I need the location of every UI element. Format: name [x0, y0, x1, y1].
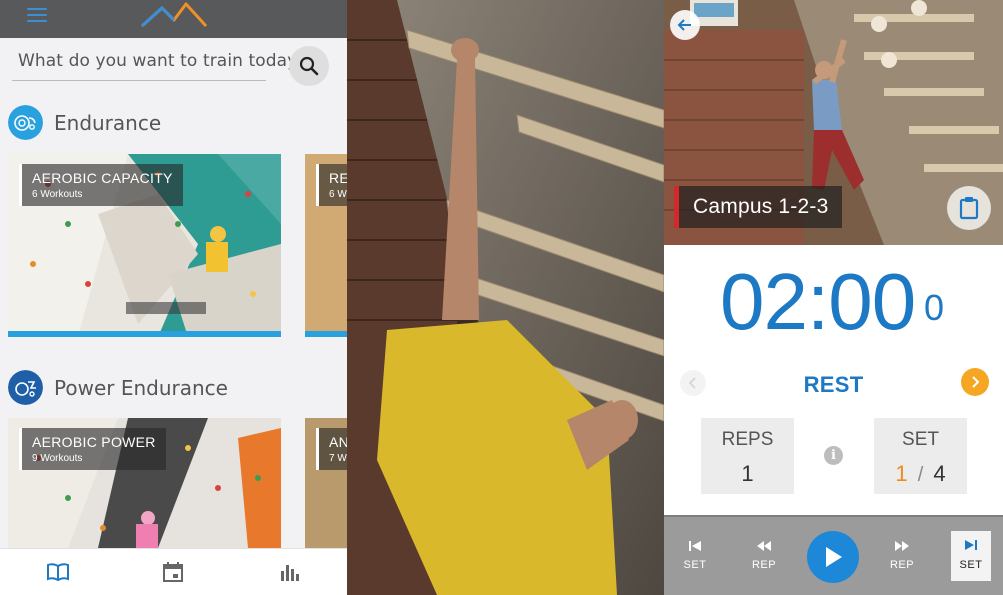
workout-browser-panel: What do you want to train today? Enduran… — [0, 0, 347, 595]
card-subtitle: 7 Wor — [329, 453, 347, 464]
set-value: 1 / 4 — [874, 461, 967, 487]
next-set-button[interactable]: SET — [951, 531, 991, 581]
photo-illustration — [347, 0, 664, 595]
play-icon — [826, 547, 842, 567]
section-header-power-endurance[interactable]: Power Endurance — [8, 370, 338, 406]
workout-hero: Campus 1-2-3 — [664, 0, 1003, 245]
next-phase-button[interactable] — [961, 368, 989, 396]
info-icon[interactable]: i — [824, 446, 843, 465]
rewind-icon — [757, 541, 771, 551]
back-button[interactable] — [670, 10, 700, 40]
workout-category-card[interactable]: REG 6 Wor — [305, 154, 347, 337]
book-icon[interactable] — [46, 561, 70, 583]
workout-category-card[interactable]: AEROBIC CAPACITY 6 Workouts — [8, 154, 281, 337]
reps-label: REPS — [721, 429, 774, 450]
card-progress-bar — [8, 331, 281, 337]
fast-forward-icon — [895, 541, 909, 551]
clipboard-icon — [959, 197, 979, 220]
set-label: SET — [902, 429, 939, 450]
card-title: AEROBIC CAPACITY — [32, 170, 173, 186]
endurance-icon — [8, 105, 43, 140]
skip-next-icon — [965, 540, 977, 550]
skip-previous-icon — [689, 541, 701, 551]
search-button[interactable] — [289, 46, 329, 86]
card-label: AEROBIC CAPACITY 6 Workouts — [19, 164, 183, 206]
app-header — [0, 0, 347, 38]
card-subtitle: 6 Workouts — [32, 189, 83, 200]
app-logo — [140, 2, 208, 28]
previous-rep-button[interactable]: REP — [744, 539, 784, 571]
search-bar: What do you want to train today? — [0, 38, 347, 96]
countdown-timer: 02:00 — [720, 257, 916, 346]
card-label: AEROBIC POWER 9 Workouts — [19, 428, 166, 470]
control-label: REP — [889, 559, 915, 571]
clipboard-button[interactable] — [947, 186, 991, 230]
reps-value: 1 — [741, 461, 754, 486]
next-rep-button[interactable]: REP — [882, 539, 922, 571]
search-underline — [12, 80, 266, 81]
card-label: REG 6 Wor — [316, 164, 347, 206]
arrow-left-icon — [677, 19, 691, 31]
set-counter: SET 1 / 4 — [874, 418, 967, 494]
menu-icon[interactable] — [27, 8, 47, 24]
chevron-right-icon — [972, 376, 980, 388]
control-label: SET — [959, 559, 983, 571]
card-title: ANA — [329, 434, 347, 450]
play-button[interactable] — [807, 531, 859, 583]
power-endurance-icon — [8, 370, 43, 405]
workout-title: Campus 1-2-3 — [674, 186, 843, 228]
section-header-endurance[interactable]: Endurance — [8, 105, 338, 141]
set-separator: / — [917, 464, 924, 486]
playback-controls: SET REP REP SET — [664, 515, 1003, 595]
previous-set-button[interactable]: SET — [675, 539, 715, 571]
set-current: 1 — [895, 461, 908, 486]
workout-timer-panel: Campus 1-2-3 02:00 0 REST REPS 1 i SET 1… — [664, 0, 1003, 595]
card-label: ANA 7 Wor — [316, 428, 347, 470]
control-label: SET — [683, 559, 707, 571]
control-label: REP — [751, 559, 777, 571]
bottom-navigation — [0, 548, 347, 595]
section-title: Power Endurance — [54, 376, 228, 400]
card-title: REG — [329, 170, 347, 186]
card-title: AEROBIC POWER — [32, 434, 156, 450]
search-icon — [299, 56, 319, 76]
bar-chart-icon[interactable] — [277, 561, 301, 583]
calendar-icon[interactable] — [161, 561, 185, 583]
set-total: 4 — [933, 461, 946, 486]
search-input[interactable]: What do you want to train today? — [18, 51, 306, 71]
phase-label: REST — [803, 372, 864, 397]
reps-counter: REPS 1 — [701, 418, 794, 494]
workout-category-card[interactable]: ANA 7 Wor — [305, 418, 347, 548]
card-subtitle: 6 Wor — [329, 189, 347, 200]
workout-category-card[interactable]: AEROBIC POWER 9 Workouts — [8, 418, 281, 548]
climber-campus-board-photo — [347, 0, 664, 595]
card-progress-bar — [305, 331, 347, 337]
card-subtitle: 9 Workouts — [32, 453, 83, 464]
timer-fraction: 0 — [924, 287, 945, 328]
section-title: Endurance — [54, 111, 162, 135]
